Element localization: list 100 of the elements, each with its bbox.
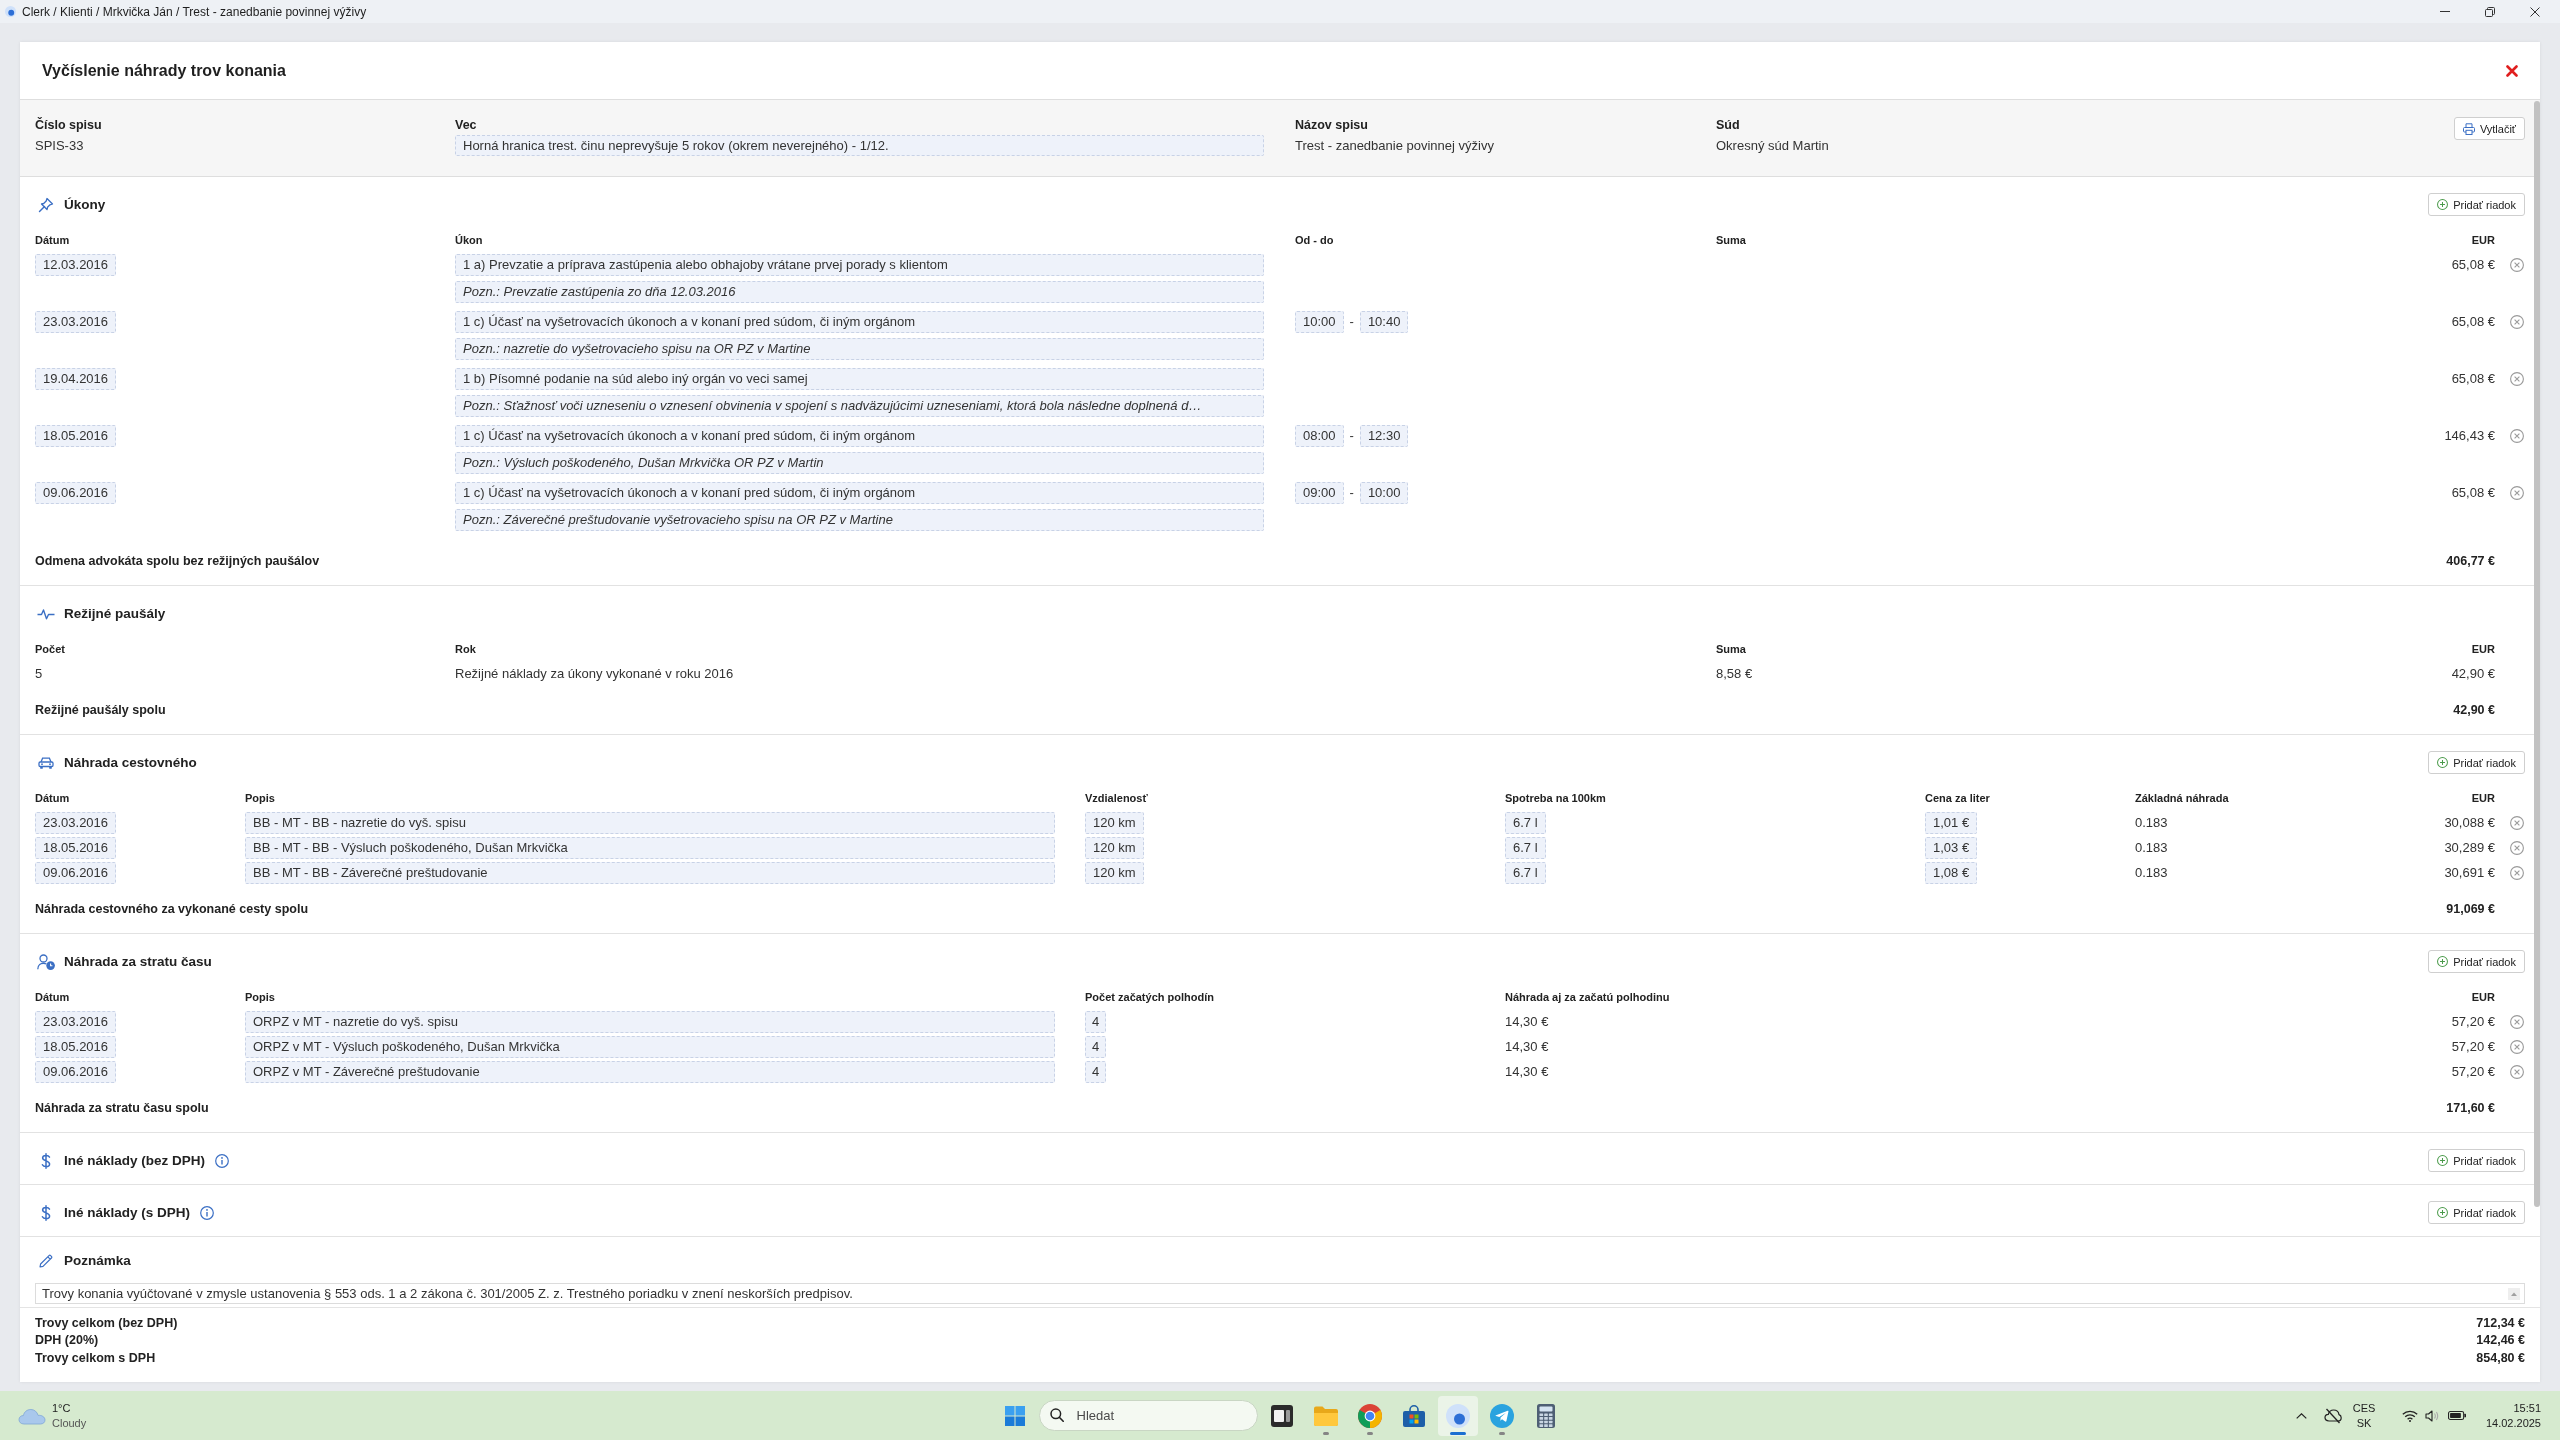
print-button[interactable]: Vytlačiť <box>2453 117 2525 140</box>
cloud-off-icon[interactable] <box>2324 1407 2342 1424</box>
description-field[interactable]: BB - MT - BB - nazretie do vyš. spisu <box>245 812 1055 834</box>
price-field[interactable]: 1,01 € <box>1925 812 1978 834</box>
circle-x-icon[interactable] <box>2510 1015 2524 1029</box>
price-field[interactable]: 1,08 € <box>1925 862 1978 884</box>
time-field[interactable]: 10:00 <box>1359 482 1409 504</box>
amount: 65,08 € <box>2451 484 2495 502</box>
amount: 57,20 € <box>2451 1063 2495 1081</box>
date-field[interactable]: 09.06.2016 <box>35 862 117 884</box>
restore-icon[interactable] <box>2484 6 2495 17</box>
amount: 65,08 € <box>2451 313 2495 331</box>
description-field[interactable]: ORPZ v MT - Výsluch poškodeného, Dušan Mrkvička <box>245 1036 1055 1058</box>
distance-field[interactable]: 120 km <box>1085 862 1144 884</box>
count-value: 5 <box>35 665 43 683</box>
consumption-field[interactable]: 6.7 l <box>1505 837 1546 859</box>
window-title: Clerk / Klienti / Mrkvička Ján / Trest - zanedbanie povinnej výživy <box>22 4 367 19</box>
note-field[interactable]: Pozn.: Sťažnosť voči uzneseniu o vznesení obvinenia v spojení s nadväzujúcimi uzneseniami, ktorá bola následne doplnená d… <box>455 395 1264 417</box>
half-hours-field[interactable]: 4 <box>1085 1061 1107 1083</box>
date-field[interactable]: 09.06.2016 <box>35 482 117 504</box>
date-field[interactable]: 23.03.2016 <box>35 812 117 834</box>
battery-icon[interactable] <box>2448 1411 2466 1420</box>
note-field[interactable]: Pozn.: Výsluch poškodeného, Dušan Mrkvička OR PZ v Martin <box>455 452 1264 474</box>
pin-icon <box>38 196 54 213</box>
description-field[interactable]: ORPZ v MT - nazretie do vyš. spisu <box>245 1011 1055 1033</box>
column-header: Suma <box>1716 233 1746 248</box>
distance-field[interactable]: 120 km <box>1085 812 1144 834</box>
speaker-icon[interactable] <box>2425 1409 2439 1422</box>
subject-field[interactable]: Horná hranica trest. činu neprevyšuje 5 rokov (okrem neverejného) - 1/12. <box>455 135 1264 156</box>
wifi-icon[interactable] <box>2402 1409 2418 1422</box>
description-field[interactable]: BB - MT - BB - Záverečné preštudovanie <box>245 862 1055 884</box>
column-header: EUR <box>2471 642 2495 657</box>
act-field[interactable]: 1 c) Účasť na vyšetrovacích úkonoch a v konaní pred súdom, či iným orgánom <box>455 482 1264 504</box>
act-field[interactable]: 1 b) Písomné podanie na súd alebo iný orgán vo veci samej <box>455 368 1264 390</box>
time-field[interactable]: 10:00 <box>1295 311 1344 333</box>
distance-field[interactable]: 120 km <box>1085 837 1144 859</box>
time-field[interactable]: 08:00 <box>1295 425 1344 447</box>
section-title: Iné náklady (bez DPH) <box>64 1153 206 1168</box>
date-field[interactable]: 23.03.2016 <box>35 311 117 333</box>
add-row-button[interactable]: Pridať riadok <box>2428 193 2525 216</box>
start-menu-icon[interactable] <box>1004 1405 1025 1426</box>
price-field[interactable]: 1,03 € <box>1925 837 1978 859</box>
add-row-button[interactable]: Pridať riadok <box>2428 751 2525 774</box>
half-hours-field[interactable]: 4 <box>1085 1011 1107 1033</box>
add-row-button[interactable]: Pridať riadok <box>2428 1149 2525 1172</box>
search-field[interactable]: Hledat <box>1038 1400 1258 1431</box>
circle-x-icon[interactable] <box>2510 315 2524 329</box>
circle-x-icon[interactable] <box>2510 429 2524 443</box>
circle-x-icon[interactable] <box>2510 1040 2524 1054</box>
half-hours-field[interactable]: 4 <box>1085 1036 1107 1058</box>
circle-x-icon[interactable] <box>2510 486 2524 500</box>
total-amount: 712,34 € <box>2476 1314 2525 1332</box>
note-field[interactable]: Pozn.: Záverečné preštudovanie vyšetrovacieho spisu na OR PZ v Martine <box>455 509 1264 531</box>
circle-x-icon[interactable] <box>2510 258 2524 272</box>
date-field[interactable]: 18.05.2016 <box>35 425 117 447</box>
circle-x-icon[interactable] <box>2510 866 2524 880</box>
search-icon[interactable] <box>1049 1408 1064 1422</box>
sum-value: 8,58 € <box>1716 665 1753 683</box>
circle-x-icon[interactable] <box>2510 372 2524 386</box>
close-icon[interactable] <box>2506 64 2518 77</box>
weather-widget[interactable]: 1°C Cloudy <box>18 1400 87 1431</box>
date-field[interactable]: 09.06.2016 <box>35 1061 117 1083</box>
date-field[interactable]: 18.05.2016 <box>35 837 117 859</box>
date-field[interactable]: 18.05.2016 <box>35 1036 117 1058</box>
circle-x-icon[interactable] <box>2510 841 2524 855</box>
act-field[interactable]: 1 c) Účasť na vyšetrovacích úkonoch a v konaní pred súdom, či iným orgánom <box>455 311 1264 333</box>
act-field[interactable]: 1 c) Účasť na vyšetrovacích úkonoch a v konaní pred súdom, či iným orgánom <box>455 425 1264 447</box>
column-header: Základná náhrada <box>2135 791 2229 806</box>
description-field[interactable]: BB - MT - BB - Výsluch poškodeného, Dušan Mrkvička <box>245 837 1055 859</box>
note-text-area[interactable]: Trovy konania vyúčtované v zmysle ustanovenia § 553 ods. 1 a 2 zákona č. 301/2005 Z. z. Trestného poriadku v znení neskorších predpisov. <box>35 1283 2525 1304</box>
consumption-field[interactable]: 6.7 l <box>1505 862 1546 884</box>
section-title: Poznámka <box>64 1253 131 1268</box>
column-header: Spotreba na 100km <box>1505 791 1606 806</box>
date-field[interactable]: 19.04.2016 <box>35 368 117 390</box>
consumption-field[interactable]: 6.7 l <box>1505 812 1546 834</box>
minimize-icon[interactable] <box>2439 11 2450 12</box>
date-field[interactable]: 12.03.2016 <box>35 254 117 276</box>
note-field[interactable]: Pozn.: Prevzatie zastúpenia zo dňa 12.03.2016 <box>455 281 1264 303</box>
column-header: Cena za liter <box>1925 791 1990 806</box>
time-field[interactable]: 09:00 <box>1295 482 1344 504</box>
close-icon[interactable] <box>2529 6 2540 17</box>
time-field[interactable]: 12:30 <box>1359 425 1409 447</box>
act-field[interactable]: 1 a) Prevzatie a príprava zastúpenia alebo obhajoby vrátane prvej porady s klientom <box>455 254 1264 276</box>
circle-x-icon[interactable] <box>2510 816 2524 830</box>
chevron-up-icon[interactable] <box>2295 1412 2307 1419</box>
info-icon[interactable] <box>215 1153 230 1168</box>
base-rate: 0.183 <box>2135 839 2168 857</box>
add-row-button[interactable]: Pridať riadok <box>2428 950 2525 973</box>
date-field[interactable]: 23.03.2016 <box>35 1011 117 1033</box>
clock[interactable]: 15:51 14.02.2025 <box>2479 1400 2541 1431</box>
language-indicator[interactable]: CES SK <box>2350 1395 2378 1436</box>
description-field[interactable]: ORPZ v MT - Záverečné preštudovanie <box>245 1061 1055 1083</box>
scrollbar[interactable] <box>2534 101 2540 1207</box>
time-field[interactable]: 10:40 <box>1359 311 1409 333</box>
info-icon[interactable] <box>200 1205 215 1220</box>
add-row-button[interactable]: Pridať riadok <box>2428 1201 2525 1224</box>
total-amount: 171,60 € <box>2446 1100 2495 1116</box>
circle-x-icon[interactable] <box>2510 1065 2524 1079</box>
note-field[interactable]: Pozn.: nazretie do vyšetrovacieho spisu na OR PZ v Martine <box>455 338 1264 360</box>
rate: 14,30 € <box>1505 1013 1549 1031</box>
